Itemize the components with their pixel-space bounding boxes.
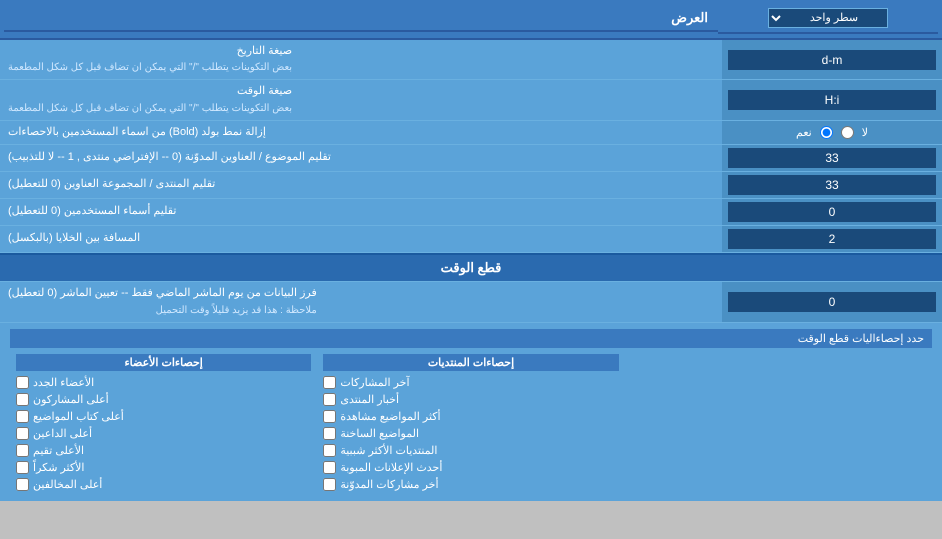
list-item: المواضيع الساخنة — [323, 425, 618, 442]
list-item: أخبار المنتدى — [323, 391, 618, 408]
col1-header: إحصاءات الأعضاء — [16, 354, 311, 371]
list-item: أعلى كتاب المواضيع — [16, 408, 311, 425]
member-item-3-label: أعلى كتاب المواضيع — [33, 410, 124, 423]
radio-no[interactable] — [841, 126, 854, 139]
member-checkbox-4[interactable] — [16, 427, 29, 440]
time-format-label: صيغة الوقت بعض التكوينات يتطلب "/" التي … — [0, 80, 722, 119]
forum-align-input[interactable] — [728, 175, 936, 195]
member-checkbox-7[interactable] — [16, 478, 29, 491]
date-format-row: صيغة التاريخ بعض التكوينات يتطلب "/" الت… — [0, 40, 942, 80]
radio-yes-label: نعم — [796, 126, 812, 139]
member-checkbox-2[interactable] — [16, 393, 29, 406]
member-checkbox-6[interactable] — [16, 461, 29, 474]
cell-spacing-input[interactable] — [728, 229, 936, 249]
forum-item-3-label: أكثر المواضيع مشاهدة — [340, 410, 440, 423]
username-align-row: تقليم أسماء المستخدمين (0 للتعطيل) — [0, 199, 942, 226]
list-item: آخر المشاركات — [323, 374, 618, 391]
col2-header: إحصاءات المنتديات — [323, 354, 618, 371]
list-item: المنتديات الأكثر شببية — [323, 442, 618, 459]
time-format-input[interactable] — [728, 90, 936, 110]
realtime-row: فرز البيانات من يوم الماشر الماضي فقط --… — [0, 282, 942, 322]
cell-spacing-row: المسافة بين الخلايا (بالبكسل) — [0, 226, 942, 253]
list-item: أعلى الداعين — [16, 425, 311, 442]
list-item: أحدث الإعلانات المبوبة — [323, 459, 618, 476]
list-item: أعلى المخالفين — [16, 476, 311, 493]
list-item: أكثر المواضيع مشاهدة — [323, 408, 618, 425]
header-row: سطر واحدسطرينثلاثة أسطر العرض — [0, 0, 942, 40]
topic-align-input-area — [722, 145, 942, 171]
display-dropdown-area: سطر واحدسطرينثلاثة أسطر — [718, 4, 938, 34]
username-align-input[interactable] — [728, 202, 936, 222]
forum-item-5-label: المنتديات الأكثر شببية — [340, 444, 437, 457]
realtime-label: فرز البيانات من يوم الماشر الماضي فقط --… — [0, 282, 722, 321]
realtime-input[interactable] — [728, 292, 936, 312]
checkboxes-apply-label: حدد إحصاءاليات قطع الوقت — [10, 329, 932, 348]
forum-checkbox-3[interactable] — [323, 410, 336, 423]
date-format-label: صيغة التاريخ بعض التكوينات يتطلب "/" الت… — [0, 40, 722, 79]
forum-item-2-label: أخبار المنتدى — [340, 393, 399, 406]
forum-checkbox-2[interactable] — [323, 393, 336, 406]
checkbox-col-forums: إحصاءات المنتديات آخر المشاركات أخبار ال… — [317, 352, 624, 495]
member-checkbox-5[interactable] — [16, 444, 29, 457]
topic-align-row: تقليم الموضوع / العناوين المدوّنة (0 -- … — [0, 145, 942, 172]
bold-remove-row: لا نعم إزالة نمط بولد (Bold) من اسماء ال… — [0, 121, 942, 145]
time-format-input-area — [722, 80, 942, 119]
checkbox-col-members: إحصاءات الأعضاء الأعضاء الجدد أعلى المشا… — [10, 352, 317, 495]
forum-checkbox-5[interactable] — [323, 444, 336, 457]
date-format-input-area — [722, 40, 942, 79]
username-align-label: تقليم أسماء المستخدمين (0 للتعطيل) — [0, 199, 722, 225]
forum-item-4-label: المواضيع الساخنة — [340, 427, 419, 440]
list-item: أخر مشاركات المدوّنة — [323, 476, 618, 493]
time-format-row: صيغة الوقت بعض التكوينات يتطلب "/" التي … — [0, 80, 942, 120]
member-item-4-label: أعلى الداعين — [33, 427, 92, 440]
forum-align-row: تقليم المنتدى / المجموعة العناوين (0 للت… — [0, 172, 942, 199]
forum-item-1-label: آخر المشاركات — [340, 376, 409, 389]
forum-checkbox-4[interactable] — [323, 427, 336, 440]
cell-spacing-input-area — [722, 226, 942, 252]
forum-align-label: تقليم المنتدى / المجموعة العناوين (0 للت… — [0, 172, 722, 198]
list-item: أعلى المشاركون — [16, 391, 311, 408]
member-item-5-label: الأعلى تقيم — [33, 444, 84, 457]
bold-remove-label: إزالة نمط بولد (Bold) من اسماء المستخدمي… — [0, 121, 722, 144]
realtime-input-area — [722, 282, 942, 321]
forum-item-7-label: أخر مشاركات المدوّنة — [340, 478, 438, 491]
username-align-input-area — [722, 199, 942, 225]
member-item-2-label: أعلى المشاركون — [33, 393, 109, 406]
cell-spacing-label: المسافة بين الخلايا (بالبكسل) — [0, 226, 722, 252]
radio-no-label: لا — [862, 126, 868, 139]
forum-align-input-area — [722, 172, 942, 198]
checkbox-col-empty — [625, 352, 932, 495]
member-item-1-label: الأعضاء الجدد — [33, 376, 94, 389]
date-format-input[interactable] — [728, 50, 936, 70]
forum-checkbox-7[interactable] — [323, 478, 336, 491]
radio-yes[interactable] — [820, 126, 833, 139]
member-item-6-label: الأكثر شكراً — [33, 461, 84, 474]
list-item: الأعضاء الجدد — [16, 374, 311, 391]
checkboxes-section: حدد إحصاءاليات قطع الوقت إحصاءات المنتدي… — [0, 323, 942, 501]
checkboxes-grid: إحصاءات المنتديات آخر المشاركات أخبار ال… — [10, 352, 932, 495]
member-checkbox-1[interactable] — [16, 376, 29, 389]
forum-checkbox-6[interactable] — [323, 461, 336, 474]
display-dropdown[interactable]: سطر واحدسطرينثلاثة أسطر — [768, 8, 888, 28]
topic-align-label: تقليم الموضوع / العناوين المدوّنة (0 -- … — [0, 145, 722, 171]
main-container: سطر واحدسطرينثلاثة أسطر العرض صيغة التار… — [0, 0, 942, 501]
topic-align-input[interactable] — [728, 148, 936, 168]
forum-checkbox-1[interactable] — [323, 376, 336, 389]
header-title: العرض — [4, 6, 718, 32]
forum-item-6-label: أحدث الإعلانات المبوبة — [340, 461, 442, 474]
member-item-7-label: أعلى المخالفين — [33, 478, 102, 491]
bold-remove-radio-area: لا نعم — [722, 121, 942, 144]
list-item: الأعلى تقيم — [16, 442, 311, 459]
realtime-section-header: قطع الوقت — [0, 253, 942, 282]
list-item: الأكثر شكراً — [16, 459, 311, 476]
member-checkbox-3[interactable] — [16, 410, 29, 423]
